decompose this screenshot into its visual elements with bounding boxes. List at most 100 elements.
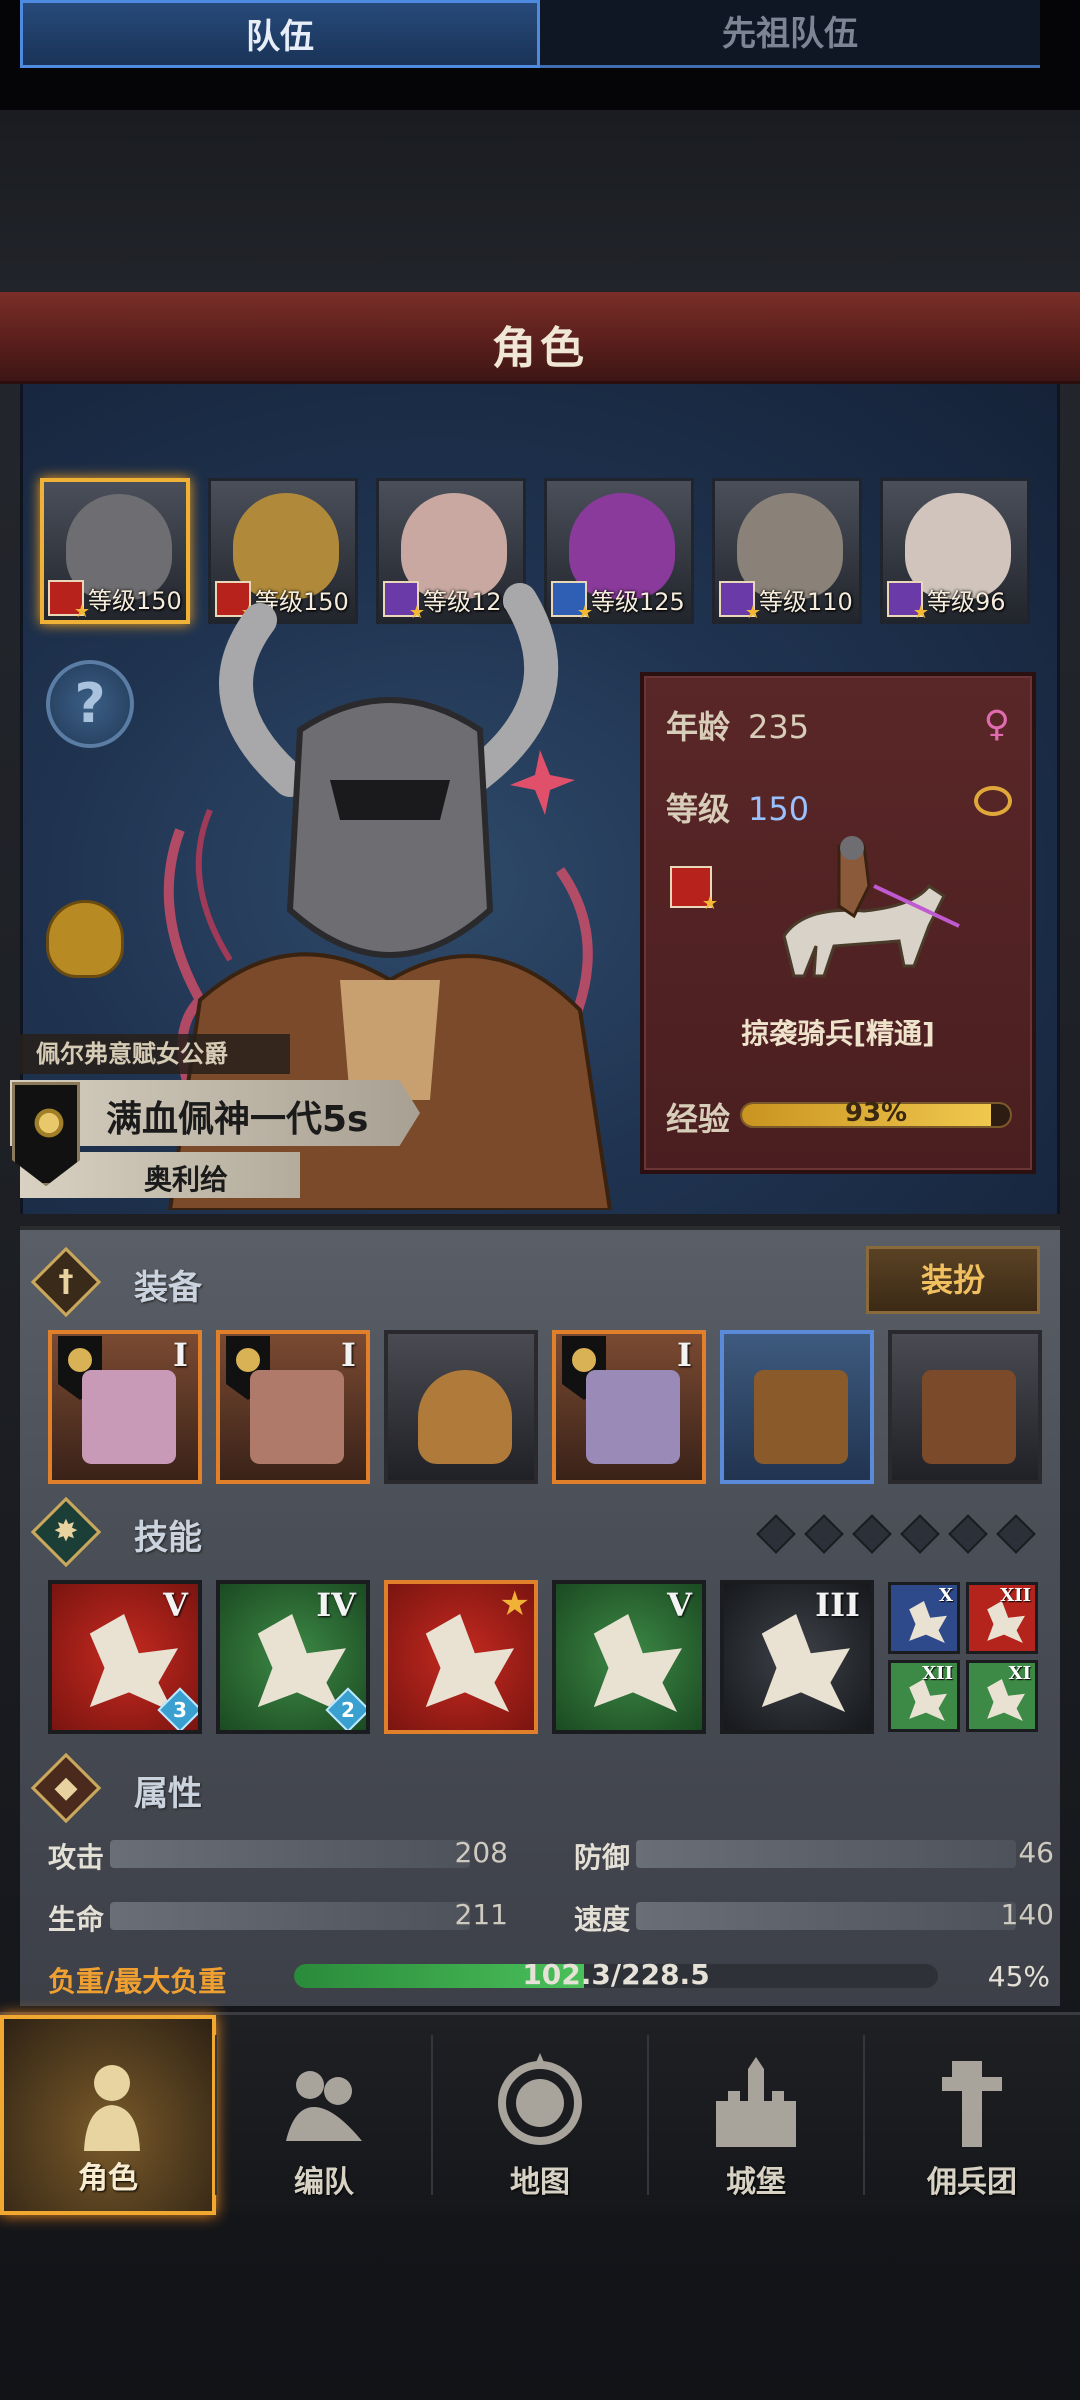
- skill-slot[interactable]: V3: [48, 1580, 202, 1734]
- tier-label: I: [677, 1336, 692, 1374]
- unit-name: 掠袭骑兵[精通]: [741, 1017, 935, 1050]
- tab-ancestor-team[interactable]: 先祖队伍: [540, 0, 1040, 68]
- age-value: 235: [748, 708, 810, 746]
- stat-bar: [110, 1902, 470, 1930]
- skill-icon: [761, 1614, 850, 1712]
- costume-button[interactable]: 装扮: [866, 1246, 1040, 1314]
- nav-divider: [215, 2035, 217, 2195]
- tier-label: XII: [922, 1663, 953, 1684]
- exp-label: 经验: [666, 1100, 731, 1138]
- nav-label: 城堡: [726, 2165, 786, 2200]
- load-value: 102.3/228.5: [522, 1958, 710, 1991]
- skill-icon: [89, 1614, 178, 1712]
- help-button[interactable]: ?: [46, 660, 134, 748]
- stat-value: 208: [454, 1836, 508, 1869]
- tier-label: I: [341, 1336, 356, 1374]
- skill-slot[interactable]: V: [552, 1580, 706, 1734]
- noble-title: 佩尔弗意赋女公爵: [20, 1034, 290, 1074]
- hero-name: 满血佩神一代5s: [106, 1099, 369, 1140]
- star-icon: ★: [499, 1584, 530, 1624]
- boots-icon: [754, 1370, 848, 1464]
- tier-label: V: [163, 1586, 188, 1624]
- skill-icon: [987, 1601, 1025, 1643]
- horn-left: [219, 603, 307, 797]
- tier-label: XI: [1008, 1663, 1031, 1684]
- equipment-title: 装备: [134, 1268, 202, 1308]
- nav-label: 地图: [510, 2165, 570, 2200]
- skill-slot[interactable]: III: [720, 1580, 874, 1734]
- skill-icon: [987, 1679, 1025, 1721]
- skill-glyph: ✸: [53, 1514, 79, 1549]
- attributes-section-header: ◆ 属性: [30, 1752, 1034, 1824]
- compass-map-icon: [498, 2053, 582, 2145]
- nav-label: 佣兵团: [927, 2165, 1017, 2200]
- knight-icon: [84, 2065, 140, 2151]
- weapon-main-icon: [82, 1370, 176, 1464]
- hero-info-card: 年龄 235 ♀ 等级 150 掠袭骑兵[精通] 经验 93%: [640, 672, 1036, 1174]
- tab-team[interactable]: 队伍: [20, 0, 540, 68]
- nav-castle[interactable]: 城堡: [648, 2015, 864, 2215]
- equip-slot-armor[interactable]: I: [552, 1330, 706, 1484]
- skill-icon: [593, 1614, 682, 1712]
- helmet-icon: [418, 1370, 512, 1464]
- skill-slot[interactable]: ★: [384, 1580, 538, 1734]
- skill-points: [754, 1514, 1044, 1554]
- level-label: 等级: [666, 790, 731, 828]
- sword-glyph: †: [58, 1264, 74, 1299]
- skill-point-diamond: [852, 1514, 892, 1554]
- equip-slot-boots[interactable]: [720, 1330, 874, 1484]
- skill-point-diamond: [900, 1514, 940, 1554]
- ring-icon[interactable]: [974, 786, 1012, 816]
- stat-bar: [636, 1902, 1016, 1930]
- equip-slot-weapon-main[interactable]: I: [48, 1330, 202, 1484]
- rune-count: 3: [173, 1698, 187, 1722]
- tier-label: XII: [1000, 1585, 1031, 1606]
- load-label: 负重/最大负重: [48, 1965, 227, 1998]
- skill-point-diamond: [756, 1514, 796, 1554]
- stat-label: 生命: [48, 1903, 105, 1936]
- nav-knight[interactable]: 角色: [0, 2015, 216, 2215]
- page-title: 角色: [492, 323, 588, 374]
- load-percent: 45%: [987, 1960, 1050, 1993]
- skill-slot[interactable]: IV 2: [216, 1580, 370, 1734]
- book-icon: [922, 1370, 1016, 1464]
- nav-divider: [863, 2035, 865, 2195]
- skill-point-diamond: [996, 1514, 1036, 1554]
- passive-skill-slot[interactable]: XII: [966, 1582, 1038, 1654]
- roster-portrait[interactable]: 等级96: [880, 478, 1030, 624]
- passive-skill-slot[interactable]: XI: [966, 1660, 1038, 1732]
- attr-glyph: ◆: [54, 1770, 78, 1805]
- tier-label: IV: [316, 1586, 356, 1624]
- stat-label: 防御: [574, 1841, 631, 1874]
- passive-skill-slot[interactable]: X: [888, 1582, 960, 1654]
- nav-compass-map[interactable]: 地图: [432, 2015, 648, 2215]
- equip-slot-weapon-off[interactable]: I: [216, 1330, 370, 1484]
- exp-percent: 93%: [844, 1098, 908, 1128]
- skill-point-diamond: [948, 1514, 988, 1554]
- mercenary-icon: [942, 2061, 1002, 2147]
- passive-skill-slot[interactable]: XII: [888, 1660, 960, 1732]
- skills-title: 技能: [134, 1518, 202, 1558]
- tier-label: III: [815, 1586, 860, 1624]
- helmet: [286, 697, 494, 958]
- skill-icon: [909, 1679, 947, 1721]
- roster-level: 等级110: [759, 588, 853, 616]
- weapon-off-icon: [250, 1370, 344, 1464]
- nav-mercenary[interactable]: 佣兵团: [864, 2015, 1080, 2215]
- pot-icon[interactable]: [46, 900, 124, 978]
- stat-bar: [110, 1840, 470, 1868]
- castle-icon: [716, 2057, 796, 2147]
- equip-slot-helmet[interactable]: [384, 1330, 538, 1484]
- roster-portrait[interactable]: 等级110: [712, 478, 862, 624]
- title-bar: 角色: [0, 292, 1080, 384]
- equip-slot-book[interactable]: [888, 1330, 1042, 1484]
- skill-icon: [909, 1601, 947, 1643]
- skill-point-diamond: [804, 1514, 844, 1554]
- tier-label: I: [173, 1336, 188, 1374]
- nav-formation[interactable]: 编队: [216, 2015, 432, 2215]
- age-label: 年龄: [666, 708, 731, 746]
- house-name: 奥利给: [144, 1163, 229, 1196]
- age-row: 年龄 235: [666, 702, 809, 748]
- class-icon: [48, 580, 90, 620]
- level-value: 150: [748, 790, 810, 828]
